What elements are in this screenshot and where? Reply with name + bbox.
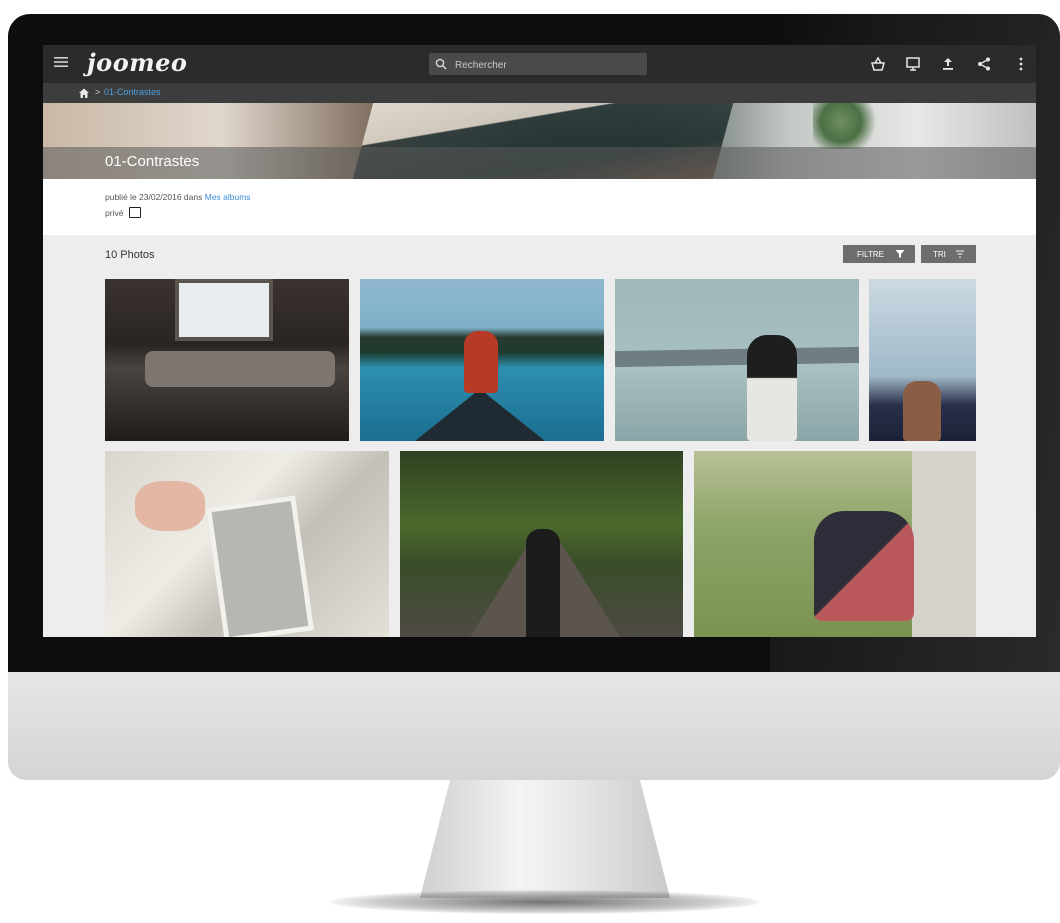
more-vert-icon[interactable] <box>1013 56 1029 72</box>
banner-image-plant <box>813 103 883 149</box>
photo-detail <box>526 529 560 637</box>
app-logo[interactable]: joomeo <box>87 48 187 77</box>
search-input[interactable] <box>453 55 643 75</box>
share-icon[interactable] <box>976 56 992 72</box>
upload-icon[interactable] <box>940 56 956 72</box>
album-info: publié le 23/02/2016 dans Mes albums pri… <box>43 179 1036 235</box>
photo-detail <box>135 481 205 531</box>
photo-thumbnail[interactable] <box>615 279 859 441</box>
monitor-stand <box>420 780 670 898</box>
photo-gallery: 10 Photos FILTRE TRI <box>43 235 1036 637</box>
album-cover-banner: 01-Contrastes <box>43 103 1036 179</box>
screen: joomeo Rechercher > 01-Contrastes 01-Con… <box>43 45 1036 637</box>
photo-detail <box>814 511 914 621</box>
photo-count: 10 Photos <box>105 249 155 261</box>
photo-detail <box>912 451 976 637</box>
photo-thumbnail[interactable] <box>400 451 683 637</box>
slideshow-icon[interactable] <box>905 56 921 72</box>
breadcrumb: > 01-Contrastes <box>43 83 1036 103</box>
home-icon[interactable] <box>78 87 90 99</box>
published-text: publié le 23/02/2016 dans <box>105 192 205 202</box>
photo-detail <box>615 346 859 368</box>
photo-detail <box>903 381 941 441</box>
photo-detail <box>747 335 797 441</box>
photo-thumbnail[interactable] <box>694 451 976 637</box>
published-line: publié le 23/02/2016 dans Mes albums <box>105 192 251 202</box>
hamburger-menu-icon[interactable] <box>53 55 69 69</box>
sort-button-label: TRI <box>933 250 946 259</box>
monitor-chin <box>8 672 1060 780</box>
search-box[interactable] <box>429 53 647 75</box>
visibility-line: privé <box>105 207 141 219</box>
breadcrumb-separator: > <box>95 87 101 97</box>
filter-button[interactable]: FILTRE <box>843 245 915 263</box>
photo-detail <box>175 279 273 341</box>
lock-icon <box>128 207 141 219</box>
stand-shadow <box>330 890 760 914</box>
photo-thumbnail[interactable] <box>105 451 389 637</box>
search-icon <box>435 58 447 70</box>
photo-detail <box>415 389 545 441</box>
photo-detail <box>205 495 315 637</box>
album-title: 01-Contrastes <box>105 153 200 170</box>
sort-button[interactable]: TRI <box>921 245 976 263</box>
photo-detail <box>145 351 335 387</box>
photo-thumbnail[interactable] <box>869 279 976 441</box>
photo-thumbnail[interactable] <box>105 279 349 441</box>
breadcrumb-current[interactable]: 01-Contrastes <box>104 87 161 97</box>
sort-icon <box>956 250 964 258</box>
visibility-label: privé <box>105 208 124 218</box>
top-bar: joomeo <box>43 45 1036 83</box>
my-albums-link[interactable]: Mes albums <box>205 192 251 202</box>
filter-icon <box>895 250 905 258</box>
photo-detail <box>464 331 498 393</box>
photo-thumbnail[interactable] <box>360 279 604 441</box>
filter-button-label: FILTRE <box>857 250 884 259</box>
basket-icon[interactable] <box>870 56 886 72</box>
